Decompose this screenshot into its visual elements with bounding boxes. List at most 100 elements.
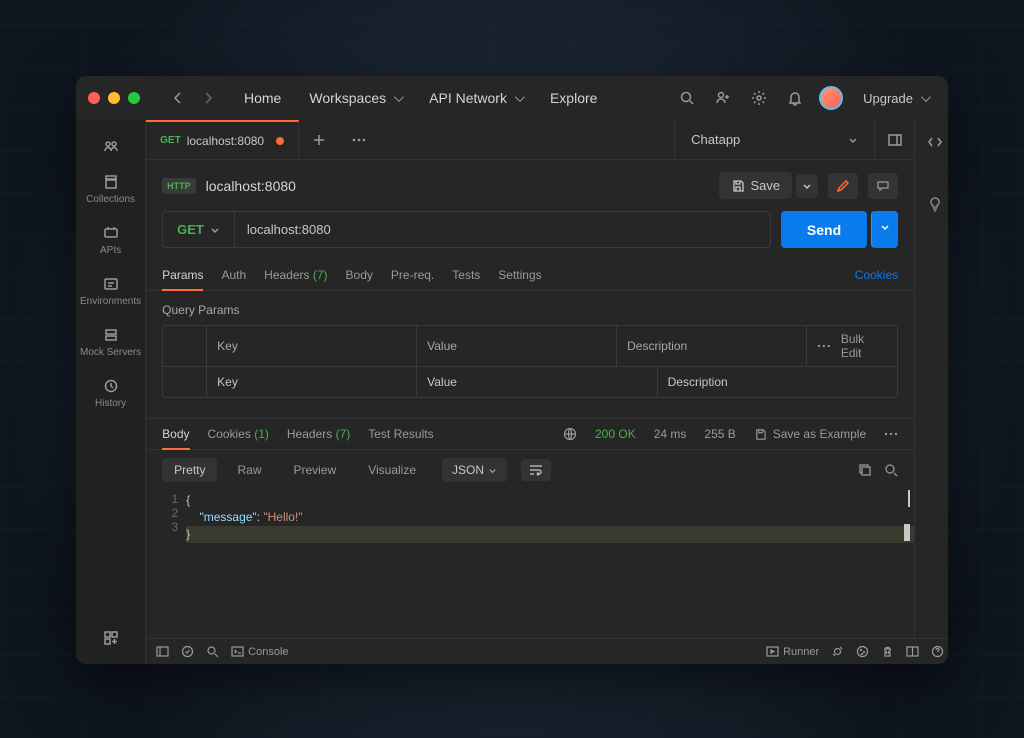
sidebar-collections-label: Collections [86,194,135,205]
table-input-row[interactable]: Key Value Description [163,367,897,397]
new-tab-button[interactable] [299,120,339,159]
value-input[interactable]: Value [417,367,658,397]
sidebar-apis-label: APIs [100,245,121,256]
capture-icon[interactable] [831,645,844,658]
notifications-icon[interactable] [783,86,807,110]
resp-headers-label: Headers [287,427,332,441]
sync-icon[interactable] [181,645,194,658]
settings-icon[interactable] [747,86,771,110]
code-token: { [186,493,190,507]
environment-name: Chatapp [691,132,740,147]
info-idea-icon[interactable] [927,196,943,212]
tab-overflow-button[interactable] [339,120,379,159]
right-rail [914,120,948,638]
subtab-settings[interactable]: Settings [498,260,541,290]
cookies-link[interactable]: Cookies [855,260,898,290]
sidebar-apis[interactable]: APIs [76,215,145,266]
sidebar-environments[interactable]: Environments [76,266,145,317]
subtab-headers[interactable]: Headers (7) [264,260,327,290]
format-selector[interactable]: JSON [442,458,507,482]
response-body-editor[interactable]: 1 2 3 { "message": "Hello!" } [146,490,914,545]
env-quicklook-icon[interactable] [874,120,914,159]
user-avatar[interactable] [819,86,843,110]
url-input[interactable] [235,212,770,247]
nav-api-network[interactable]: API Network [419,84,532,112]
table-more-icon[interactable] [817,344,831,348]
subtab-headers-label: Headers [264,268,309,282]
view-preview[interactable]: Preview [282,458,349,482]
save-dropdown[interactable] [796,174,818,198]
subtab-prereq[interactable]: Pre-req. [391,260,434,290]
view-raw[interactable]: Raw [225,458,273,482]
resp-tab-test-results[interactable]: Test Results [368,419,433,449]
status-code: 200 OK [595,427,636,441]
sidebar-mock-servers[interactable]: Mock Servers [76,317,145,368]
resp-more-icon[interactable] [884,424,898,444]
copy-icon[interactable] [858,463,872,477]
minimize-window-button[interactable] [108,92,120,104]
nav-explore[interactable]: Explore [540,84,607,112]
save-label: Save [751,178,781,193]
comment-icon[interactable] [868,173,898,199]
subtab-auth[interactable]: Auth [221,260,246,290]
resp-tab-body[interactable]: Body [162,419,189,449]
statusbar: Console Runner [146,638,948,664]
nav-home[interactable]: Home [234,84,291,112]
code-token: "message" [199,510,256,524]
unsaved-dot-icon [276,137,284,145]
invite-icon[interactable] [711,86,735,110]
close-window-button[interactable] [88,92,100,104]
send-button[interactable]: Send [781,211,867,248]
view-visualize[interactable]: Visualize [356,458,428,482]
subtab-params[interactable]: Params [162,260,203,290]
col-value: Value [417,326,617,366]
search-footer-icon[interactable] [206,645,219,658]
back-button[interactable] [166,86,190,110]
resp-tab-cookies[interactable]: Cookies (1) [208,419,269,449]
cookies-footer-icon[interactable] [856,645,869,658]
key-input[interactable]: Key [207,367,417,397]
send-dropdown[interactable] [871,211,898,248]
line-number: 3 [146,520,178,534]
subtab-tests[interactable]: Tests [452,260,480,290]
method-selector[interactable]: GET [163,212,235,247]
sidebar-toggle-icon[interactable] [156,645,169,658]
save-button[interactable]: Save [719,172,793,199]
sidebar-new-icon[interactable] [76,620,145,656]
response-panel: Body Cookies (1) Headers (7) Test Result… [146,418,914,545]
trash-icon[interactable] [881,645,894,658]
search-icon[interactable] [675,86,699,110]
request-tab[interactable]: GET localhost:8080 [146,120,299,159]
upgrade-button[interactable]: Upgrade [855,87,936,110]
maximize-window-button[interactable] [128,92,140,104]
request-header: HTTP localhost:8080 Save [146,160,914,211]
edit-icon[interactable] [828,173,858,199]
request-title[interactable]: localhost:8080 [206,178,296,194]
save-as-example-button[interactable]: Save as Example [754,427,866,441]
code-snippet-icon[interactable] [927,134,943,150]
send-label: Send [807,222,841,238]
query-params-title: Query Params [162,303,898,317]
upgrade-label: Upgrade [863,91,913,106]
sidebar-history[interactable]: History [76,368,145,419]
sidebar-mock-servers-label: Mock Servers [80,347,141,358]
wrap-lines-icon[interactable] [521,459,551,481]
find-icon[interactable] [884,463,898,477]
network-icon[interactable] [563,427,577,441]
sidebar-collections[interactable]: Collections [76,164,145,215]
help-icon[interactable] [931,645,944,658]
console-button[interactable]: Console [231,645,288,658]
runner-button[interactable]: Runner [766,645,819,658]
resp-tab-headers[interactable]: Headers (7) [287,419,350,449]
status-time: 24 ms [654,427,687,441]
forward-button[interactable] [196,86,220,110]
status-size: 255 B [704,427,735,441]
nav-workspaces[interactable]: Workspaces [299,84,411,112]
view-pretty[interactable]: Pretty [162,458,217,482]
sidebar-workspace-icon[interactable] [76,128,145,164]
description-input[interactable]: Description [658,367,898,397]
subtab-body[interactable]: Body [346,260,373,290]
environment-selector[interactable]: Chatapp [674,120,874,159]
layout-icon[interactable] [906,645,919,658]
bulk-edit-button[interactable]: Bulk Edit [841,332,887,360]
